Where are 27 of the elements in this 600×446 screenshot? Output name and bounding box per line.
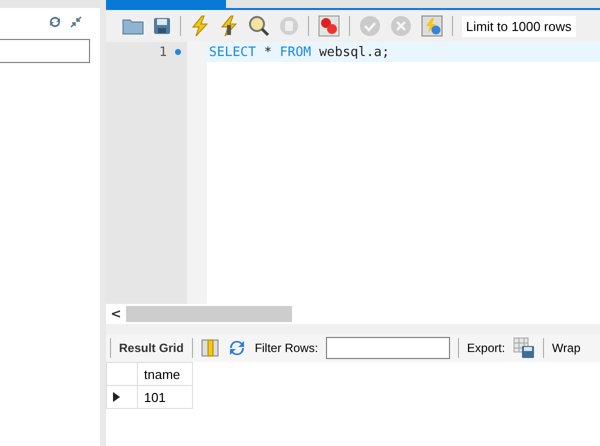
search-field[interactable] [0, 39, 90, 63]
sql-keyword: SELECT [209, 44, 256, 60]
result-grid-tab[interactable]: Result Grid [119, 341, 184, 355]
sql-text: * [264, 44, 272, 60]
filter-rows-label: Filter Rows: [254, 341, 318, 355]
folder-icon[interactable] [122, 17, 144, 35]
refresh-icon[interactable] [48, 16, 62, 28]
export-icon[interactable] [513, 337, 536, 359]
column-header[interactable]: tname [138, 362, 192, 386]
filter-rows-field[interactable] [326, 337, 450, 359]
lightning-icon[interactable] [190, 15, 210, 37]
error-toggle-icon[interactable] [318, 15, 340, 37]
collapse-icon[interactable] [70, 16, 82, 28]
export-label: Export: [467, 341, 506, 355]
save-icon[interactable] [153, 17, 171, 35]
autocommit-icon[interactable] [421, 15, 443, 37]
magnifier-icon[interactable] [248, 15, 270, 37]
lightning-cursor-icon[interactable] [219, 15, 239, 37]
limit-dropdown[interactable]: Limit to 1000 rows [462, 16, 576, 36]
line-number: 1 [159, 44, 167, 60]
scrollbar-thumb[interactable] [126, 306, 292, 322]
sql-text: websql.a; [319, 44, 390, 60]
scroll-left-icon[interactable]: < [106, 306, 126, 322]
wrap-label[interactable]: Wrap [552, 341, 580, 355]
sql-keyword: FROM [280, 44, 312, 60]
table-cell: 101 [138, 386, 192, 408]
form-view-icon[interactable] [200, 339, 219, 357]
